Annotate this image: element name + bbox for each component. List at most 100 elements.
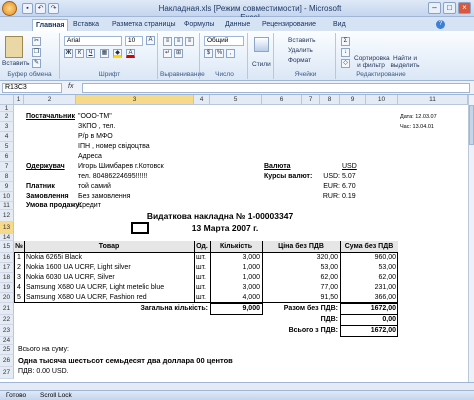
bold-button[interactable]: Ж [64, 49, 73, 58]
align-right-icon[interactable]: ≡ [185, 37, 194, 46]
italic-button[interactable]: К [75, 49, 84, 58]
autosum-icon[interactable]: Σ [341, 37, 350, 46]
row-header[interactable]: 3 [0, 122, 14, 132]
wrap-text-icon[interactable]: ↵ [163, 49, 172, 58]
styles-button[interactable]: Стили [252, 61, 271, 68]
styles-icon[interactable] [254, 37, 269, 52]
merge-cells-icon[interactable]: ⊞ [174, 49, 183, 58]
row-header[interactable]: 16 [0, 253, 14, 263]
row-header[interactable]: 8 [0, 172, 14, 182]
column-header[interactable]: 1 [14, 95, 24, 105]
row-header[interactable]: 14 [0, 234, 14, 241]
vertical-scrollbar[interactable] [468, 95, 474, 382]
column-header[interactable]: 2 [24, 95, 76, 105]
redo-icon[interactable]: ↷ [48, 3, 59, 14]
row-header[interactable]: 13 [0, 222, 14, 234]
row-header[interactable]: 1 [0, 105, 14, 112]
column-header[interactable]: 3 [76, 95, 194, 105]
cells-group: Вставить Удалить Формат Ячейки [276, 33, 336, 79]
row-header[interactable]: 23 [0, 325, 14, 337]
tab-formulas[interactable]: Формулы [181, 19, 217, 31]
row-header[interactable]: 4 [0, 132, 14, 142]
format-painter-icon[interactable]: ✎ [32, 59, 41, 68]
currency-icon[interactable]: $ [204, 49, 213, 58]
minimize-icon[interactable]: – [428, 2, 441, 14]
align-center-icon[interactable]: ≡ [174, 37, 183, 46]
row-header[interactable]: 24 [0, 337, 14, 345]
row-header[interactable]: 15 [0, 241, 14, 253]
tab-page-layout[interactable]: Разметка страницы [109, 19, 179, 31]
maximize-icon[interactable]: □ [443, 2, 456, 14]
row-header[interactable]: 2 [0, 112, 14, 122]
row-header[interactable]: 18 [0, 273, 14, 283]
terms-label: Умова продажу: [26, 202, 82, 209]
column-header[interactable]: 9 [340, 95, 366, 105]
rate-usd-value: 5.07 [342, 173, 356, 180]
column-header[interactable]: 10 [366, 95, 398, 105]
row-header[interactable]: 7 [0, 162, 14, 172]
format-cells-button[interactable]: Формат [288, 57, 311, 64]
insert-cells-button[interactable]: Вставить [288, 37, 316, 44]
row-header[interactable]: 17 [0, 263, 14, 273]
help-icon[interactable]: ? [436, 20, 445, 29]
grow-font-icon[interactable]: A [146, 36, 155, 45]
row-header[interactable]: 11 [0, 202, 14, 210]
column-header[interactable]: 4 [194, 95, 210, 105]
tab-data[interactable]: Данные [222, 19, 253, 31]
sheet-tabs-bar[interactable] [0, 382, 474, 390]
save-icon[interactable]: ▪ [22, 3, 33, 14]
font-color-icon[interactable]: A [126, 49, 135, 58]
font-name-select[interactable]: Arial [64, 36, 122, 46]
paste-icon[interactable] [5, 36, 23, 58]
row-header[interactable]: 25 [0, 345, 14, 355]
fill-icon[interactable]: ↓ [341, 48, 350, 57]
paste-button[interactable]: Вставить [2, 60, 30, 67]
row-header[interactable]: 10 [0, 192, 14, 202]
tab-home[interactable]: Главная [32, 19, 69, 31]
comma-icon[interactable]: , [226, 49, 235, 58]
column-header[interactable]: 11 [398, 95, 468, 105]
tab-review[interactable]: Рецензирование [259, 19, 319, 31]
column-header[interactable]: 6 [262, 95, 302, 105]
row-header[interactable]: 26 [0, 355, 14, 367]
spreadsheet-grid[interactable]: 1 2 3 4 5 6 7 8 9 10 11 1 2 3 4 5 6 7 8 … [0, 95, 468, 382]
underline-button[interactable]: Ч [86, 49, 95, 58]
formula-input[interactable] [82, 83, 470, 93]
row-header[interactable]: 9 [0, 182, 14, 192]
clear-icon[interactable]: ◇ [341, 59, 350, 68]
tab-view[interactable]: Вид [330, 19, 349, 31]
row-header[interactable]: 5 [0, 142, 14, 152]
percent-icon[interactable]: % [215, 49, 224, 58]
undo-icon[interactable]: ↶ [35, 3, 46, 14]
borders-icon[interactable]: ▦ [100, 49, 109, 58]
select-all-corner[interactable] [0, 95, 14, 105]
tab-insert[interactable]: Вставка [70, 19, 102, 31]
row-header[interactable]: 20 [0, 293, 14, 303]
number-format-select[interactable]: Общий [204, 36, 244, 46]
fill-color-icon[interactable]: ◆ [113, 49, 122, 58]
office-button[interactable] [2, 1, 17, 16]
name-box[interactable]: R13C3 [2, 83, 62, 93]
selected-cell[interactable] [131, 222, 149, 234]
item-number: 5 [17, 294, 21, 301]
sort-filter-button[interactable]: Сортировка и фильтр [354, 55, 390, 69]
cut-icon[interactable]: ✂ [32, 37, 41, 46]
column-header[interactable]: 7 [302, 95, 320, 105]
delete-cells-button[interactable]: Удалить [288, 47, 313, 54]
copy-icon[interactable]: ❐ [32, 48, 41, 57]
scroll-thumb[interactable] [469, 105, 474, 145]
column-header[interactable]: 5 [210, 95, 262, 105]
align-left-icon[interactable]: ≡ [163, 37, 172, 46]
vat-value: 0,00 [382, 316, 396, 323]
column-header[interactable]: 8 [320, 95, 340, 105]
row-header[interactable]: 19 [0, 283, 14, 293]
row-header[interactable]: 27 [0, 367, 14, 379]
row-header[interactable]: 22 [0, 315, 14, 325]
find-select-button[interactable]: Найти и выделить [390, 55, 420, 69]
fx-icon[interactable]: fx [68, 83, 73, 90]
close-icon[interactable]: × [458, 2, 471, 14]
font-size-select[interactable]: 10 [125, 36, 143, 46]
row-header[interactable]: 6 [0, 152, 14, 162]
row-header[interactable]: 12 [0, 210, 14, 222]
row-header[interactable]: 21 [0, 303, 14, 315]
